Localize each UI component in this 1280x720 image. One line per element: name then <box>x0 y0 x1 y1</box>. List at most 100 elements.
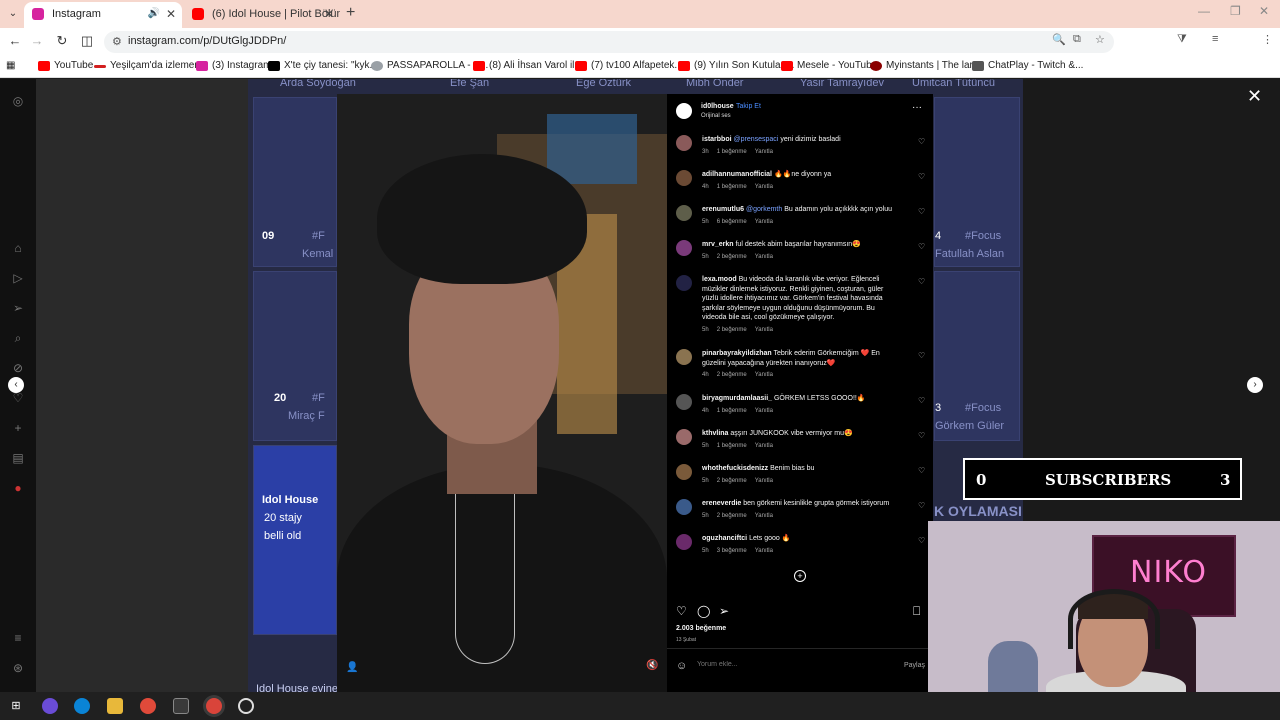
likes-count[interactable]: 2.003 beğenme <box>676 625 726 632</box>
comment-like-icon[interactable]: ♡ <box>918 137 925 146</box>
bookmark-item[interactable]: X'te çiy tanesi: "kyk... <box>268 60 378 71</box>
create-icon[interactable]: + <box>11 421 25 435</box>
bookmark-item[interactable]: Myinstants | The lar... <box>870 60 981 71</box>
bookmark-item[interactable]: (7) tv100 Alfapetek... <box>575 60 683 71</box>
tab-search-icon[interactable]: ⌄ <box>4 5 22 23</box>
post-comment-button[interactable]: Paylaş <box>904 662 925 669</box>
menu-dots-icon[interactable]: ⋮ <box>1262 33 1273 46</box>
comment-avatar[interactable] <box>676 534 692 550</box>
share-icon[interactable]: ➢ <box>719 604 729 618</box>
bookmark-item[interactable]: ChatPlay - Twitch &... <box>972 60 1083 71</box>
grid-post[interactable]: 20 #F Miraç F <box>253 271 337 441</box>
windows-start-icon[interactable]: ⊞ <box>8 698 24 714</box>
comment-avatar[interactable] <box>676 135 692 151</box>
comment-avatar[interactable] <box>676 349 692 365</box>
reply-button[interactable]: Yanıtla <box>755 478 773 484</box>
store-icon[interactable] <box>173 698 189 714</box>
tagged-user-icon[interactable]: 👤 <box>346 662 358 673</box>
window-close-icon[interactable]: ✕ <box>1259 4 1269 18</box>
explore-icon[interactable]: ⊘ <box>11 361 25 375</box>
restore-icon[interactable]: ❐ <box>1230 4 1241 18</box>
comment-likes[interactable]: 1 beğenme <box>717 149 747 155</box>
speaker-icon[interactable]: 🔊 <box>148 2 160 26</box>
comment-username[interactable]: adilhannumanofficial <box>702 171 772 178</box>
comment-avatar[interactable] <box>676 429 692 445</box>
comment-likes[interactable]: 1 beğenme <box>717 184 747 190</box>
more-options-icon[interactable]: ··· <box>912 102 922 113</box>
bookmark-item[interactable]: (9) Yılın Son Kutulan... <box>678 60 794 71</box>
bookmark-item[interactable]: (3) Instagram <box>196 60 271 71</box>
next-post-button[interactable]: › <box>1247 377 1263 393</box>
save-bookmark-icon[interactable]: ⎕ <box>913 604 920 619</box>
messages-icon[interactable]: ➢ <box>11 301 25 315</box>
comment-like-icon[interactable]: ♡ <box>918 351 925 360</box>
comment-username[interactable]: biryagmurdamlaasii_ <box>702 395 772 402</box>
comment-avatar[interactable] <box>676 499 692 515</box>
close-icon[interactable]: ✕ <box>166 2 176 26</box>
comment-username[interactable]: oguzhanciftci <box>702 535 747 542</box>
reply-button[interactable]: Yanıtla <box>755 372 773 378</box>
instagram-logo-icon[interactable]: ◎ <box>11 94 25 108</box>
comment-likes[interactable]: 3 beğenme <box>717 548 747 554</box>
extensions-puzzle-icon[interactable]: ⧩ <box>1177 33 1187 46</box>
reply-button[interactable]: Yanıtla <box>755 327 773 333</box>
bookmark-star-icon[interactable]: ☆ <box>1095 33 1105 46</box>
comment-username[interactable]: whothefuckisdenizz <box>702 465 768 472</box>
side-panel-icon[interactable]: ◫ <box>78 33 96 49</box>
minimize-icon[interactable]: — <box>1198 4 1210 18</box>
chrome-active-icon[interactable] <box>206 698 222 714</box>
follow-button[interactable]: Takip Et <box>736 103 761 110</box>
comment-mention[interactable]: @gorkemth <box>746 206 782 213</box>
comment-avatar[interactable] <box>676 275 692 291</box>
reply-button[interactable]: Yanıtla <box>755 548 773 554</box>
comment-icon[interactable]: ◯ <box>697 604 710 618</box>
comment-likes[interactable]: 2 beğenme <box>717 513 747 519</box>
comment-like-icon[interactable]: ♡ <box>918 207 925 216</box>
reply-button[interactable]: Yanıtla <box>755 149 773 155</box>
comment-avatar[interactable] <box>676 240 692 256</box>
comment-like-icon[interactable]: ♡ <box>918 242 925 251</box>
install-icon[interactable]: ⧉ <box>1073 33 1081 46</box>
audio-label[interactable]: Orijinal ses <box>701 113 731 119</box>
comment-likes[interactable]: 1 beğenme <box>717 443 747 449</box>
reply-button[interactable]: Yanıtla <box>755 219 773 225</box>
tab-instagram[interactable]: Instagram 🔊 ✕ <box>24 2 182 28</box>
comment-likes[interactable]: 2 beğenme <box>717 254 747 260</box>
reply-button[interactable]: Yanıtla <box>755 443 773 449</box>
load-more-comments-button[interactable]: + <box>794 570 806 582</box>
comment-username[interactable]: mrv_erkn <box>702 241 734 248</box>
comment-avatar[interactable] <box>676 205 692 221</box>
comment-likes[interactable]: 2 beğenme <box>717 372 747 378</box>
back-button[interactable]: ← <box>6 33 24 48</box>
post-video[interactable]: 👤 🔇 <box>337 94 667 692</box>
mute-icon[interactable]: 🔇 <box>646 660 658 671</box>
reply-button[interactable]: Yanıtla <box>755 513 773 519</box>
reload-button[interactable]: ↻ <box>53 33 71 49</box>
reels-icon[interactable]: ▷ <box>11 271 25 285</box>
comment-avatar[interactable] <box>676 464 692 480</box>
grid-post[interactable]: 3 #Focus Görkem Güler <box>934 271 1020 441</box>
comment-like-icon[interactable]: ♡ <box>918 172 925 181</box>
comment-username[interactable]: istarbboi <box>702 136 732 143</box>
apps-grid-icon[interactable]: ▦ <box>6 60 15 71</box>
forward-button[interactable]: → <box>28 33 46 48</box>
comment-like-icon[interactable]: ♡ <box>918 536 925 545</box>
comment-username[interactable]: ereneverdie <box>702 500 741 507</box>
obs-icon[interactable] <box>238 698 254 714</box>
comment-likes[interactable]: 2 beğenme <box>717 327 747 333</box>
comment-username[interactable]: pinarbayrakyildizhan <box>702 350 772 357</box>
grid-post[interactable]: 4 #Focus Fatullah Aslan <box>934 97 1020 267</box>
comment-likes[interactable]: 6 beğenme <box>717 219 747 225</box>
bookmark-item[interactable]: YouTube <box>38 60 93 71</box>
comment-username[interactable]: lexa.mood <box>702 276 737 283</box>
comment-username[interactable]: kthvlina <box>702 430 728 437</box>
bookmark-item[interactable]: PASSAPAROLLA - S... <box>371 60 488 71</box>
previous-post-button[interactable]: ‹ <box>8 377 24 393</box>
chrome-icon[interactable] <box>140 698 156 714</box>
profile-icon[interactable]: ● <box>11 481 25 495</box>
bookmark-item[interactable]: (8) Ali İhsan Varol il... <box>473 60 583 71</box>
bookmark-item[interactable]: Yeşilçam'da izlemen... <box>94 60 208 71</box>
comment-like-icon[interactable]: ♡ <box>918 466 925 475</box>
more-menu-icon[interactable]: ≡ <box>11 631 25 645</box>
like-icon[interactable]: ♡ <box>676 604 687 618</box>
